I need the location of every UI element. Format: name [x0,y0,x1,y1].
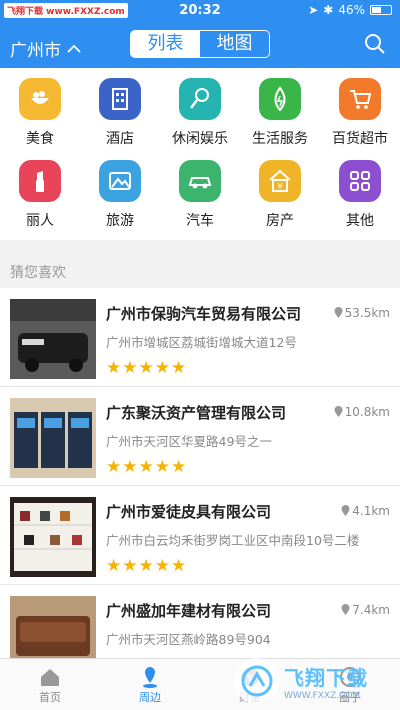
location-icon: ➤ [308,3,319,17]
listing-address: 广州市增城区荔城街增城大道12号 [106,335,297,350]
rating-stars: ★★★★★ [106,457,188,477]
distance-value: 10.8km [344,405,390,419]
chevron-up-icon [67,44,81,53]
status-bar: 飞翔下载 www.FXXZ.com 20:32 ➤ ✱ 46% [0,0,400,22]
category-supermarket[interactable]: 百货超市 [320,78,400,148]
map-pin-icon [334,406,343,417]
watermark-url: WWW.FXXZ.COM [284,690,361,701]
category-label: 休闲娱乐 [172,131,228,147]
category-label: 美食 [26,131,54,147]
car-icon [179,160,221,202]
distance-value: 4.1km [352,504,390,518]
city-label: 广州市 [10,41,61,61]
entertainment-icon [179,78,221,120]
category-hotel[interactable]: 酒店 [80,78,160,148]
watermark-logo-icon [234,658,280,704]
category-entertainment[interactable]: 休闲娱乐 [160,78,240,148]
beauty-icon [19,160,61,202]
home-icon [41,669,59,686]
listing-address: 广州市天河区燕岭路89号904 [106,632,271,647]
category-label: 生活服务 [252,131,308,147]
tab-home[interactable]: 首页 [0,665,100,705]
category-travel[interactable]: 旅游 [80,160,160,230]
listing-item[interactable]: 广州市保驹汽车贸易有限公司 53.5km 广州市增城区荔城街增城大道12号 ★★★★★ [0,288,400,387]
battery-icon [370,5,392,15]
listing-address: 广州市天河区华夏路49号之一 [106,434,272,449]
listing-distance: 10.8km [334,405,390,419]
category-life-service[interactable]: 生活服务 [240,78,320,148]
nearby-icon [143,667,157,688]
listing-name: 广州盛加年建材有限公司 [106,602,272,620]
category-label: 酒店 [106,131,134,147]
supermarket-icon [339,78,381,120]
listing-name: 广东聚沃资产管理有限公司 [106,404,287,422]
listing-item[interactable]: 广东聚沃资产管理有限公司 10.8km 广州市天河区华夏路49号之一 ★★★★★ [0,387,400,486]
category-car[interactable]: 汽车 [160,160,240,230]
listing-distance: 53.5km [334,306,390,320]
listing-address: 广州市白云均禾街罗岗工业区中南段10号二楼 [106,533,360,548]
listing-name: 广州市保驹汽车贸易有限公司 [106,305,302,323]
food-icon [19,78,61,120]
bluetooth-icon: ✱ [323,3,334,17]
map-pin-icon [334,307,343,318]
category-label: 其他 [346,213,374,229]
listing-distance: 7.4km [341,603,390,617]
category-label: 丽人 [26,213,54,229]
category-label: 汽车 [186,213,214,229]
listing-distance: 4.1km [341,504,390,518]
svg-text:¥: ¥ [277,182,282,191]
section-title: 猜您喜欢 [10,265,66,281]
hotel-icon [99,78,141,120]
category-grid: 美食 酒店 休闲娱乐 生活服务 百货超市丽人 旅游 汽车 ¥ 房产 其他 [0,68,400,240]
house-icon: ¥ [259,160,301,202]
view-toggle: 列表 地图 [130,30,270,58]
search-icon[interactable] [364,33,386,55]
distance-value: 7.4km [352,603,390,617]
category-other[interactable]: 其他 [320,160,400,230]
tab-label: 首页 [39,691,61,704]
map-pin-icon [341,505,350,516]
tab-label: 周边 [139,691,161,704]
listing-thumbnail [10,398,96,478]
city-selector[interactable]: 广州市 [10,36,81,61]
category-label: 房产 [266,213,294,229]
battery-percent: 46% [338,3,365,17]
watermark-text: 飞翔下载 [284,665,368,690]
status-right: ➤ ✱ 46% [308,3,392,17]
tab-nearby[interactable]: 周边 [100,665,200,705]
life-service-icon [259,78,301,120]
category-beauty[interactable]: 丽人 [0,160,80,230]
category-house[interactable]: ¥ 房产 [240,160,320,230]
nav-bar: 广州市 列表 地图 [0,22,400,68]
tab-list[interactable]: 列表 [131,31,200,57]
rating-stars: ★★★★★ [106,358,188,378]
distance-value: 53.5km [344,306,390,320]
tab-map[interactable]: 地图 [200,31,269,57]
travel-icon [99,160,141,202]
listing-thumbnail [10,497,96,577]
map-pin-icon [341,604,350,615]
listing-thumbnail [10,299,96,379]
listing-item[interactable]: 广州市爱徒皮具有限公司 4.1km 广州市白云均禾街罗岗工业区中南段10号二楼 ★★★… [0,486,400,585]
listing-name: 广州市爱徒皮具有限公司 [106,503,272,521]
watermark: 飞翔下载 WWW.FXXZ.COM [234,654,394,708]
category-food[interactable]: 美食 [0,78,80,148]
category-label: 旅游 [106,213,134,229]
other-icon [339,160,381,202]
category-label: 百货超市 [332,131,388,147]
rating-stars: ★★★★★ [106,556,188,576]
